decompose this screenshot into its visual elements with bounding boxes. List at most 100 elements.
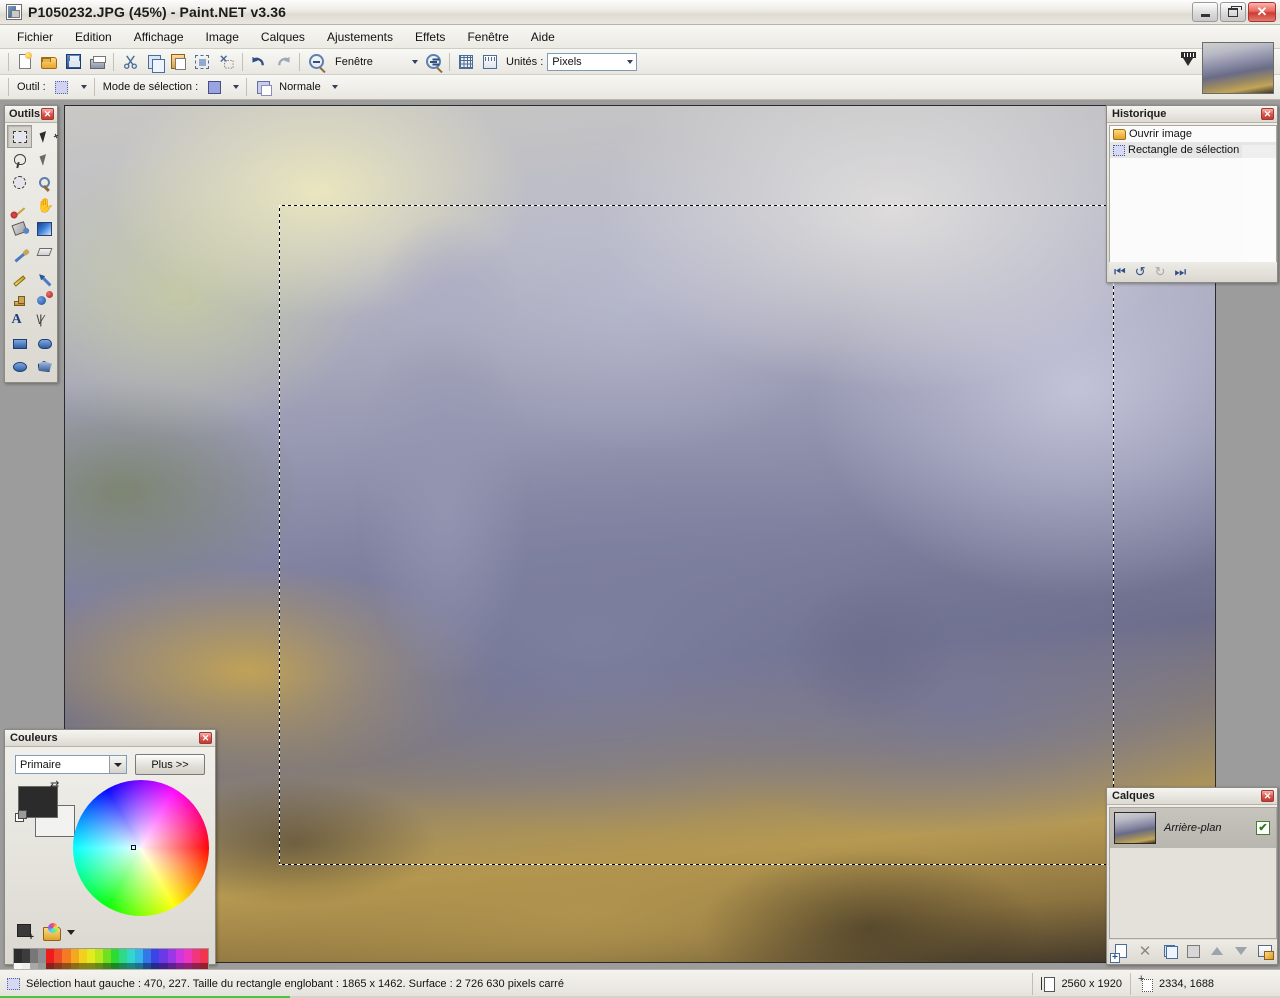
move-selected-tool[interactable] [32,125,57,148]
color-picker-tool[interactable] [32,263,57,287]
chevron-down-icon[interactable] [67,930,75,935]
palette-swatch[interactable] [135,949,144,963]
reset-colors-icon[interactable] [15,810,27,822]
palette-swatch[interactable] [119,949,128,963]
history-list[interactable]: Ouvrir image Rectangle de sélection [1109,125,1277,263]
ellipse-select-tool[interactable] [7,171,32,194]
crop-selection-button[interactable] [191,51,213,73]
palette-swatch[interactable] [30,949,39,963]
palette-swatch[interactable] [22,949,31,963]
rectangle-select-tool[interactable] [7,125,32,148]
palette-swatch[interactable] [191,949,200,963]
units-combo[interactable]: Pixels [547,52,638,71]
move-layer-up-button[interactable] [1208,942,1226,960]
minimize-button[interactable] [1192,2,1218,22]
lasso-select-tool[interactable] [7,148,32,171]
palette-swatch[interactable] [159,949,168,963]
palette-swatch[interactable] [199,949,208,963]
zoom-out-button[interactable] [305,51,327,73]
eraser-tool[interactable] [32,240,57,263]
add-layer-button[interactable] [1112,942,1130,960]
menu-fenetre[interactable]: Fenêtre [456,27,519,47]
paint-bucket-tool[interactable] [7,217,32,240]
palette-swatch[interactable] [70,949,79,963]
move-layer-down-button[interactable] [1232,942,1250,960]
menu-affichage[interactable]: Affichage [123,27,195,47]
copy-button[interactable] [143,51,165,73]
history-redo-button[interactable]: ↻ [1155,265,1166,278]
paste-button[interactable] [167,51,189,73]
layers-list[interactable]: Arrière-plan ✔ [1109,807,1277,939]
selection-mode-dropdown[interactable] [226,79,242,95]
palette-swatch[interactable] [38,949,47,963]
palette-swatch[interactable] [46,949,55,963]
menu-fichier[interactable]: Fichier [6,27,64,47]
menu-effets[interactable]: Effets [404,27,456,47]
layer-row[interactable]: Arrière-plan ✔ [1110,808,1276,848]
layer-visibility-checkbox[interactable]: ✔ [1256,821,1270,835]
layers-panel-close-icon[interactable]: ✕ [1261,790,1274,802]
duplicate-layer-button[interactable] [1160,942,1178,960]
new-image-button[interactable] [14,51,36,73]
history-item[interactable]: Ouvrir image [1110,126,1276,142]
maximize-button[interactable] [1220,2,1246,22]
history-rewind-button[interactable]: ⏮ [1114,265,1126,278]
palette-swatch[interactable] [14,949,23,963]
add-to-palette-icon[interactable] [17,924,34,943]
move-selection-tool[interactable] [32,148,57,171]
redo-button[interactable] [272,51,294,73]
selection-mode-button[interactable] [203,76,225,98]
menu-image[interactable]: Image [195,27,250,47]
blend-mode-dropdown[interactable] [325,79,341,95]
palette-swatch[interactable] [175,949,184,963]
paintbrush-tool[interactable] [7,240,32,263]
palette-swatch[interactable] [94,949,103,963]
history-fastforward-button[interactable]: ⏭ [1175,265,1187,278]
menu-aide[interactable]: Aide [520,27,566,47]
tool-dropdown[interactable] [74,79,90,95]
clone-stamp-tool[interactable] [7,286,32,309]
zoom-level-combo[interactable]: Fenêtre [331,53,421,71]
color-wheel[interactable] [73,780,209,916]
zoom-in-button[interactable] [422,51,444,73]
palette-swatch[interactable] [110,949,120,963]
tools-panel-close-icon[interactable]: ✕ [41,108,54,120]
palette-swatch[interactable] [167,949,176,963]
toggle-rulers-button[interactable] [479,51,501,73]
palette-menu-icon[interactable] [43,923,61,941]
palette-swatch[interactable] [54,949,63,963]
save-button[interactable] [62,51,84,73]
toolbar-overflow-icon[interactable] [1180,52,1196,70]
color-mode-select[interactable]: Primaire [15,755,127,774]
delete-layer-button[interactable]: ✕ [1136,942,1154,960]
merge-layer-down-button[interactable] [1184,942,1202,960]
menu-ajustements[interactable]: Ajustements [316,27,404,47]
rectangle-tool[interactable] [7,332,32,355]
freeform-shape-tool[interactable] [32,355,57,378]
palette-swatch[interactable] [143,949,152,963]
line-curve-tool[interactable]: \|⁄ [32,309,57,332]
recolor-tool[interactable] [32,286,57,309]
undo-button[interactable] [248,51,270,73]
zoom-tool[interactable] [32,171,57,194]
pencil-tool[interactable] [7,263,32,287]
more-colors-button[interactable]: Plus >> [135,754,205,775]
open-image-button[interactable] [38,51,60,73]
print-button[interactable] [86,51,108,73]
history-panel-close-icon[interactable]: ✕ [1261,108,1274,120]
history-undo-button[interactable]: ↺ [1135,265,1146,278]
palette-swatch[interactable] [183,949,192,963]
menu-calques[interactable]: Calques [250,27,316,47]
layer-properties-button[interactable] [1256,942,1274,960]
palette-swatch[interactable] [151,949,160,963]
palette-swatch[interactable] [62,949,71,963]
active-tool-button[interactable] [51,76,73,98]
toggle-grid-button[interactable] [455,51,477,73]
cut-button[interactable] [119,51,141,73]
deselect-button[interactable] [215,51,237,73]
palette-swatch[interactable] [78,949,87,963]
pan-tool[interactable]: ✋ [32,194,57,217]
blend-mode-button[interactable] [252,76,274,98]
palette-swatch[interactable] [127,949,136,963]
close-button[interactable]: ✕ [1248,2,1276,22]
